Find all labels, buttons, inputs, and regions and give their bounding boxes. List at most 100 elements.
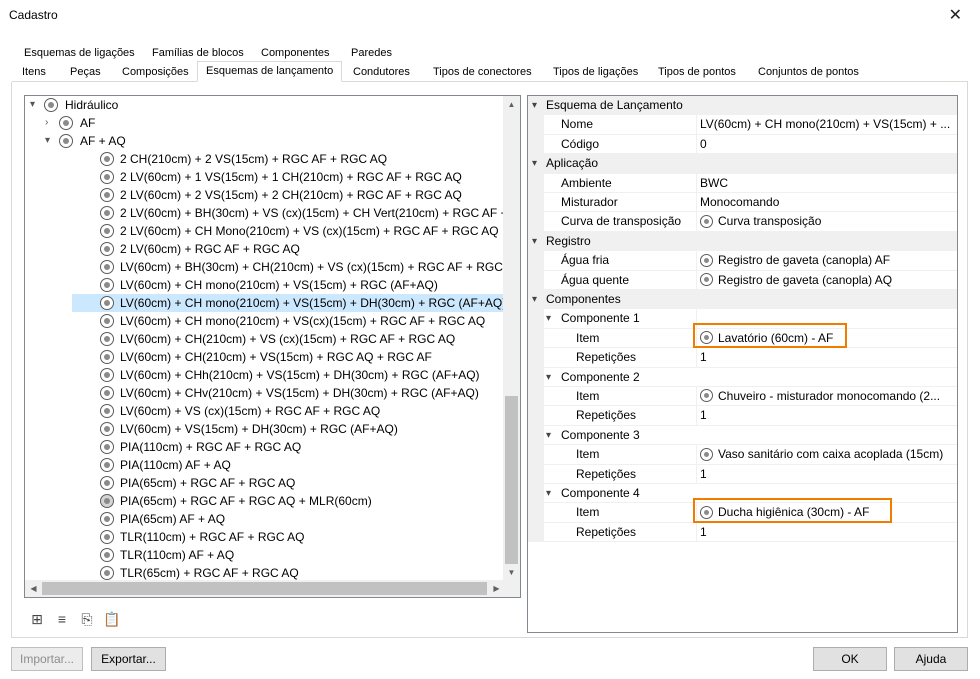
category-registro[interactable]: ▾ Registro	[528, 231, 957, 252]
tree-item[interactable]: LV(60cm) + VS(15cm) + DH(30cm) + RGC (AF…	[72, 420, 505, 438]
tree-item[interactable]: PIA(65cm) AF + AQ	[72, 510, 505, 528]
tree-item[interactable]: LV(60cm) + CH(210cm) + VS (cx)(15cm) + R…	[72, 330, 505, 348]
scroll-left-icon[interactable]: ◀	[25, 580, 42, 597]
property-value[interactable]: Registro de gaveta (canopla) AF	[696, 251, 957, 270]
tab-conjuntos-pontos[interactable]: Conjuntos de pontos	[758, 63, 859, 81]
tree-item[interactable]: LV(60cm) + CH mono(210cm) + VS(cx)(15cm)…	[72, 312, 505, 330]
tree-item[interactable]: TLR(65cm) + RGC AF + RGC AQ	[72, 564, 505, 581]
chevron-right-icon[interactable]: ›	[45, 114, 55, 132]
component-2-header[interactable]: ▾ Componente 2	[528, 367, 957, 387]
tree-item[interactable]: TLR(110cm) AF + AQ	[72, 546, 505, 564]
tree-item[interactable]: TLR(110cm) + RGC AF + RGC AQ	[72, 528, 505, 546]
tree-item[interactable]: LV(60cm) + CHv(210cm) + VS(15cm) + DH(30…	[72, 384, 505, 402]
scroll-up-icon[interactable]: ▲	[503, 96, 520, 113]
tree-item[interactable]: 2 LV(60cm) + BH(30cm) + VS (cx)(15cm) + …	[72, 204, 505, 222]
help-button[interactable]: Ajuda	[894, 647, 968, 671]
scroll-down-icon[interactable]: ▼	[503, 564, 520, 581]
chevron-down-icon[interactable]: ▾	[546, 309, 551, 328]
component-2-item[interactable]: Item Chuveiro - misturador monocomando (…	[528, 387, 957, 407]
property-value[interactable]: 1	[696, 406, 957, 425]
tab-tipos-ligacoes[interactable]: Tipos de ligações	[553, 63, 638, 81]
component-3-repeticoes[interactable]: Repetições 1	[528, 464, 957, 484]
property-value[interactable]: Curva transposição	[696, 212, 957, 231]
tree-horizontal-scrollbar[interactable]: ◀ ▶	[25, 580, 505, 597]
property-value[interactable]: 0	[696, 134, 957, 154]
tree-item[interactable]: 2 LV(60cm) + 2 VS(15cm) + 2 CH(210cm) + …	[72, 186, 505, 204]
property-value[interactable]: Vaso sanitário com caixa acoplada (15cm)	[696, 445, 957, 464]
close-icon[interactable]: ✕	[949, 5, 962, 25]
property-agua-quente[interactable]: Água quente Registro de gaveta (canopla)…	[528, 270, 957, 290]
property-codigo[interactable]: Código 0	[528, 134, 957, 155]
tab-composicoes[interactable]: Composições	[122, 63, 189, 81]
tree-item[interactable]: PIA(110cm) + RGC AF + RGC AQ	[72, 438, 505, 456]
component-4-repeticoes[interactable]: Repetições 1	[528, 522, 957, 543]
chevron-down-icon[interactable]: ▾	[532, 232, 537, 251]
property-value[interactable]: LV(60cm) + CH mono(210cm) + VS(15cm) + .…	[696, 115, 957, 134]
tab-itens[interactable]: Itens	[22, 63, 46, 81]
property-value[interactable]: Registro de gaveta (canopla) AQ	[696, 270, 957, 289]
property-value[interactable]: 1	[696, 464, 957, 483]
tree-item[interactable]: LV(60cm) + CHh(210cm) + VS(15cm) + DH(30…	[72, 366, 505, 384]
copy-icon[interactable]: ⎘	[78, 610, 96, 628]
property-curva[interactable]: Curva de transposição Curva transposição	[528, 212, 957, 232]
tree-item[interactable]: 2 LV(60cm) + CH Mono(210cm) + VS (cx)(15…	[72, 222, 505, 240]
property-value[interactable]: 1	[696, 348, 957, 367]
property-value[interactable]: Chuveiro - misturador monocomando (2...	[696, 387, 957, 406]
scroll-thumb[interactable]	[505, 396, 518, 564]
tree-item[interactable]: LV(60cm) + CH(210cm) + VS(15cm) + RGC AQ…	[72, 348, 505, 366]
tree-node-afaq[interactable]: ▾ AF + AQ	[25, 132, 505, 150]
tree-item[interactable]: 2 CH(210cm) + 2 VS(15cm) + RGC AF + RGC …	[72, 150, 505, 168]
tab-esquemas-lancamento[interactable]: Esquemas de lançamento	[197, 61, 343, 82]
tree-vertical-scrollbar[interactable]: ▲ ▼	[503, 96, 520, 581]
tab-condutores[interactable]: Condutores	[353, 63, 410, 81]
scroll-thumb[interactable]	[42, 582, 487, 595]
chevron-down-icon[interactable]: ▾	[546, 484, 551, 503]
chevron-down-icon[interactable]: ▾	[45, 132, 55, 150]
tab-componentes[interactable]: Componentes	[261, 44, 330, 62]
tree-item[interactable]: PIA(65cm) + RGC AF + RGC AQ	[72, 474, 505, 492]
tab-pecas[interactable]: Peças	[70, 63, 101, 81]
tree-item[interactable]: 2 LV(60cm) + 1 VS(15cm) + 1 CH(210cm) + …	[72, 168, 505, 186]
tab-tipos-pontos[interactable]: Tipos de pontos	[658, 63, 736, 81]
property-value[interactable]: 1	[696, 522, 957, 542]
tab-tipos-conectores[interactable]: Tipos de conectores	[433, 63, 532, 81]
tab-paredes[interactable]: Paredes	[351, 44, 392, 62]
collapse-all-icon[interactable]: ≡	[53, 610, 71, 628]
tree-node-root[interactable]: ▾ Hidráulico	[25, 96, 505, 114]
tab-esquemas-ligacoes[interactable]: Esquemas de ligações	[24, 44, 135, 62]
schema-tree[interactable]: ▾ Hidráulico › AF ▾ AF + AQ 2 CH(210cm) …	[24, 95, 521, 598]
property-nome[interactable]: Nome LV(60cm) + CH mono(210cm) + VS(15cm…	[528, 115, 957, 135]
expand-all-icon[interactable]: ⊞	[28, 610, 46, 628]
category-componentes[interactable]: ▾ Componentes	[528, 290, 957, 310]
category-esquema[interactable]: ▾ Esquema de Lançamento	[528, 96, 957, 116]
chevron-down-icon[interactable]: ▾	[532, 290, 537, 309]
paste-icon[interactable]: 📋	[103, 610, 121, 628]
tab-familias-blocos[interactable]: Famílias de blocos	[152, 44, 244, 62]
property-agua-fria[interactable]: Água fria Registro de gaveta (canopla) A…	[528, 251, 957, 271]
component-3-header[interactable]: ▾ Componente 3	[528, 425, 957, 446]
property-misturador[interactable]: Misturador Monocomando	[528, 193, 957, 213]
property-value[interactable]: BWC	[696, 173, 957, 192]
property-ambiente[interactable]: Ambiente BWC	[528, 173, 957, 193]
tree-item[interactable]: PIA(110cm) AF + AQ	[72, 456, 505, 474]
property-value[interactable]: Monocomando	[696, 193, 957, 212]
category-aplicacao[interactable]: ▾ Aplicação	[528, 154, 957, 174]
tree-item[interactable]: 2 LV(60cm) + RGC AF + RGC AQ	[72, 240, 505, 258]
tree-node-af[interactable]: › AF	[25, 114, 505, 132]
property-grid[interactable]: ▾ Esquema de Lançamento Nome LV(60cm) + …	[527, 95, 958, 633]
tree-item[interactable]: LV(60cm) + VS (cx)(15cm) + RGC AF + RGC …	[72, 402, 505, 420]
import-button[interactable]: Importar...	[11, 647, 83, 671]
chevron-down-icon[interactable]: ▾	[546, 426, 551, 445]
chevron-down-icon[interactable]: ▾	[30, 96, 40, 114]
export-button[interactable]: Exportar...	[91, 647, 166, 671]
tree-item[interactable]: LV(60cm) + BH(30cm) + CH(210cm) + VS (cx…	[72, 258, 505, 276]
chevron-down-icon[interactable]: ▾	[532, 154, 537, 173]
tree-item[interactable]: PIA(65cm) + RGC AF + RGC AQ + MLR(60cm)	[72, 492, 505, 510]
tree-item[interactable]: LV(60cm) + CH mono(210cm) + VS(15cm) + D…	[72, 294, 505, 312]
component-3-item[interactable]: Item Vaso sanitário com caixa acoplada (…	[528, 445, 957, 465]
chevron-down-icon[interactable]: ▾	[532, 96, 537, 115]
tree-item[interactable]: LV(60cm) + CH mono(210cm) + VS(15cm) + R…	[72, 276, 505, 294]
chevron-down-icon[interactable]: ▾	[546, 368, 551, 387]
component-1-repeticoes[interactable]: Repetições 1	[528, 348, 957, 368]
component-2-repeticoes[interactable]: Repetições 1	[528, 406, 957, 426]
